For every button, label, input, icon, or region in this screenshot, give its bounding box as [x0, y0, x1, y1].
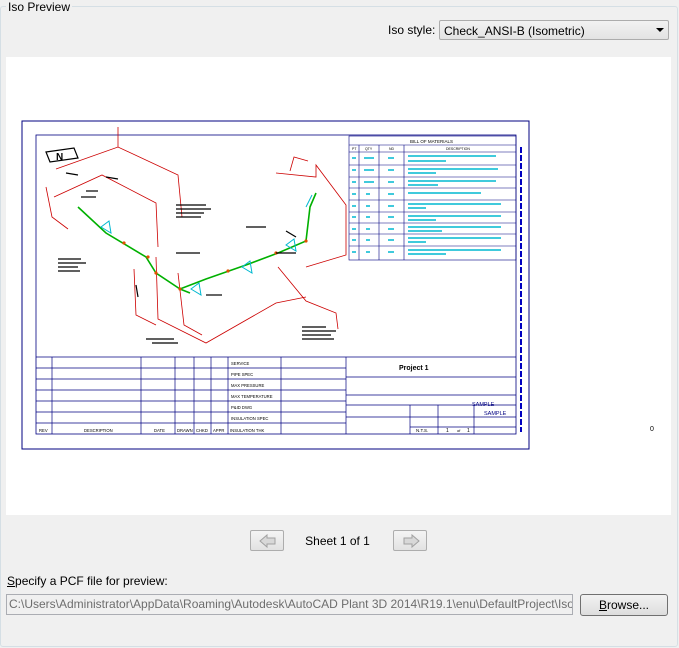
pcf-label-text: pecify a PCF file for preview:: [15, 574, 168, 588]
title-row-service: SERVICE: [231, 361, 250, 366]
project-title: Project 1: [399, 365, 429, 372]
rev-header-chkd: CHKD: [196, 428, 208, 433]
bill-of-materials: [348, 135, 517, 261]
browse-button[interactable]: Browse...: [580, 594, 668, 616]
rev-header-insulation-thk: INSULATION THK: [230, 428, 264, 433]
title-row-pid-dwg: P&ID DWG: [231, 405, 252, 410]
pcf-file-label: Specify a PCF file for preview:: [7, 574, 168, 588]
arrow-left-icon: [259, 534, 276, 548]
sheet-number: 1: [446, 428, 449, 434]
piping-isometric: [45, 127, 347, 344]
iso-style-value: Check_ANSI-B (Isometric): [444, 24, 585, 38]
title-row-insulation-spec: INSULATION SPEC: [231, 416, 268, 421]
bom-row-text: [352, 155, 501, 255]
scale-value: N.T.S.: [416, 428, 428, 433]
bom-header-qty: QTY: [365, 147, 373, 151]
rev-header-rev: REV: [39, 428, 48, 433]
title-row-max-temperature: MAX TEMPERATURE: [231, 394, 273, 399]
rev-header-drawn: DRAWN: [177, 428, 193, 433]
sample-label-2: SAMPLE: [484, 411, 507, 417]
rev-header-date: DATE: [154, 428, 165, 433]
title-block: [36, 356, 516, 434]
group-title: Iso Preview: [6, 0, 73, 14]
north-arrow-icon: N: [45, 147, 79, 163]
north-label: N: [56, 152, 63, 163]
rev-header-description: DESCRIPTION: [84, 428, 113, 433]
bom-header-nd: ND: [389, 147, 395, 151]
isometric-drawing: N BILL OF MATERIALS PT QTY ND DESCRIPTIO…: [21, 120, 654, 450]
previous-sheet-button[interactable]: [250, 530, 284, 551]
rev-header-appr: APPR: [213, 428, 224, 433]
sheet-indicator: Sheet 1 of 1: [305, 534, 370, 548]
pcf-label-mnemonic: S: [7, 574, 16, 588]
bom-header-description: DESCRIPTION: [446, 147, 470, 151]
browse-label: rowse...: [607, 598, 650, 612]
iso-style-label: Iso style:: [388, 23, 436, 37]
chevron-down-icon: [656, 28, 664, 32]
next-sheet-button[interactable]: [393, 530, 427, 551]
right-margin-value: 0: [650, 426, 654, 433]
iso-style-dropdown[interactable]: Check_ANSI-B (Isometric): [439, 20, 669, 40]
bom-title: BILL OF MATERIALS: [410, 139, 453, 144]
sheet-of: of: [457, 428, 461, 433]
title-row-pipe-spec: PIPE SPEC: [231, 372, 253, 377]
iso-preview-panel: N BILL OF MATERIALS PT QTY ND DESCRIPTIO…: [6, 57, 671, 515]
arrow-right-icon: [403, 534, 420, 548]
browse-mnemonic: B: [598, 598, 607, 612]
pcf-path-field[interactable]: C:\Users\Administrator\AppData\Roaming\A…: [6, 594, 573, 615]
title-row-max-pressure: MAX PRESSURE: [231, 383, 264, 388]
sample-label-1: SAMPLE: [472, 402, 495, 408]
bom-header-pt: PT: [352, 147, 357, 151]
sheet-total: 1: [467, 428, 470, 434]
